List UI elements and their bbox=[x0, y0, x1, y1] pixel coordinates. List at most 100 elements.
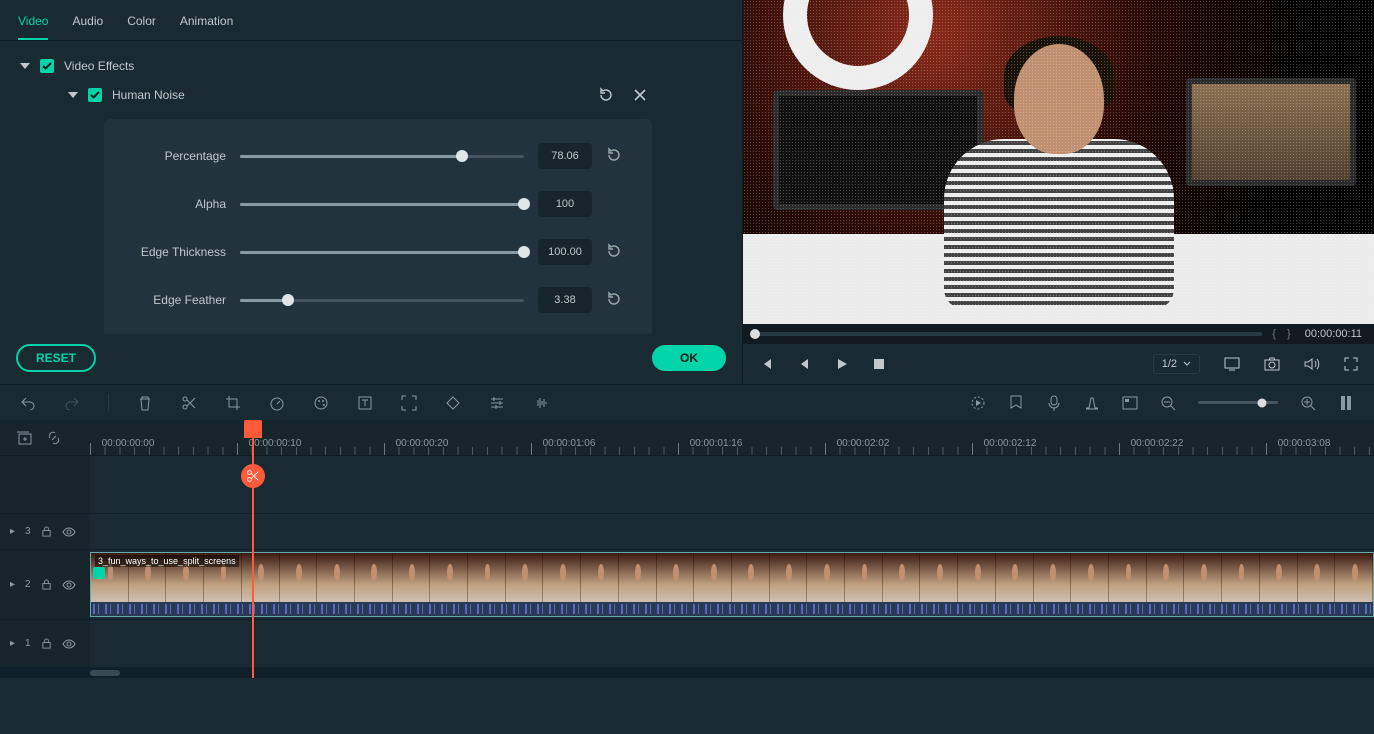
delete-icon[interactable] bbox=[137, 395, 153, 411]
timeline-toolbar bbox=[0, 384, 1374, 420]
link-icon[interactable] bbox=[46, 430, 62, 446]
property-tabs: Video Audio Color Animation bbox=[0, 0, 742, 41]
keyframe-icon[interactable] bbox=[445, 395, 461, 411]
stop-icon[interactable] bbox=[873, 357, 885, 371]
edge-feather-reset-icon[interactable] bbox=[606, 291, 624, 309]
volume-icon[interactable] bbox=[1304, 357, 1320, 371]
play-icon[interactable] bbox=[835, 357, 849, 371]
display-icon[interactable] bbox=[1224, 357, 1240, 371]
marker-icon[interactable] bbox=[1008, 395, 1024, 411]
preview-zoom-select[interactable]: 1/2 bbox=[1153, 354, 1200, 374]
collapse-icon bbox=[20, 63, 30, 69]
fullscreen-icon[interactable] bbox=[1344, 357, 1358, 371]
track-spacer-body[interactable] bbox=[90, 456, 1374, 513]
track-3-body[interactable] bbox=[90, 514, 1374, 549]
split-icon[interactable] bbox=[181, 395, 197, 411]
edge-thickness-slider[interactable] bbox=[240, 251, 524, 254]
mixer-icon[interactable] bbox=[1084, 395, 1100, 411]
timeline-ruler[interactable]: 00:00:00:0000:00:00:1000:00:00:2000:00:0… bbox=[90, 420, 1374, 455]
snapshot-icon[interactable] bbox=[1264, 357, 1280, 371]
timeline-hscroll[interactable] bbox=[0, 668, 1374, 678]
color-icon[interactable] bbox=[313, 395, 329, 411]
track-type-icon: ▸ bbox=[10, 579, 15, 590]
tab-animation[interactable]: Animation bbox=[180, 14, 233, 40]
track-2-head: ▸ 2 bbox=[0, 550, 90, 619]
clip-name: 3_fun_ways_to_use_split_screens bbox=[95, 555, 239, 567]
track-type-icon: ▸ bbox=[10, 526, 15, 537]
track-spacer-head bbox=[0, 456, 90, 513]
thumbnail-icon[interactable] bbox=[1122, 395, 1138, 411]
human-noise-header[interactable]: Human Noise bbox=[68, 87, 722, 103]
zoom-out-icon[interactable] bbox=[1160, 395, 1176, 411]
ok-button[interactable]: OK bbox=[652, 345, 726, 371]
voiceover-icon[interactable] bbox=[1046, 395, 1062, 411]
ruler-mark: 00:00:02:12 bbox=[984, 438, 1037, 449]
text-icon[interactable] bbox=[357, 395, 373, 411]
zoom-in-icon[interactable] bbox=[1300, 395, 1316, 411]
tracking-icon[interactable] bbox=[401, 395, 417, 411]
edge-feather-slider[interactable] bbox=[240, 299, 524, 302]
playhead-flag[interactable] bbox=[244, 420, 262, 438]
step-back-icon[interactable] bbox=[797, 357, 811, 371]
human-noise-sliders: Percentage 78.06 Alpha bbox=[104, 119, 652, 334]
preview-controls: 1/2 bbox=[743, 344, 1374, 384]
edge-thickness-value[interactable]: 100.00 bbox=[538, 239, 592, 265]
effect-badge-icon bbox=[93, 567, 105, 579]
percentage-slider[interactable] bbox=[240, 155, 524, 158]
alpha-value[interactable]: 100 bbox=[538, 191, 592, 217]
preview-scrubber[interactable]: { } 00:00:00:11 bbox=[743, 324, 1374, 344]
video-effects-header[interactable]: Video Effects bbox=[20, 59, 722, 73]
track-2-body[interactable]: 3_fun_ways_to_use_split_screens bbox=[90, 550, 1374, 619]
edge-feather-label: Edge Feather bbox=[132, 293, 226, 307]
preview-viewport[interactable] bbox=[743, 0, 1374, 324]
percentage-value[interactable]: 78.06 bbox=[538, 143, 592, 169]
visibility-icon[interactable] bbox=[62, 527, 76, 537]
audio-icon[interactable] bbox=[533, 395, 549, 411]
remove-effect-icon[interactable] bbox=[632, 87, 648, 103]
timeline-zoom-slider[interactable] bbox=[1198, 401, 1278, 404]
human-noise-label: Human Noise bbox=[112, 88, 185, 102]
track-type-icon: ▸ bbox=[10, 638, 15, 649]
adjust-icon[interactable] bbox=[489, 395, 505, 411]
visibility-icon[interactable] bbox=[62, 639, 76, 649]
ruler-mark: 00:00:02:22 bbox=[1131, 438, 1184, 449]
tab-audio[interactable]: Audio bbox=[72, 14, 103, 40]
percentage-label: Percentage bbox=[132, 149, 226, 163]
in-out-braces: { } bbox=[1272, 328, 1294, 340]
ruler-mark: 00:00:00:00 bbox=[102, 438, 155, 449]
ruler-mark: 00:00:01:16 bbox=[690, 438, 743, 449]
reset-button[interactable]: RESET bbox=[16, 344, 96, 372]
add-track-icon[interactable] bbox=[16, 430, 32, 446]
speed-icon[interactable] bbox=[269, 395, 285, 411]
reset-effect-icon[interactable] bbox=[598, 87, 614, 103]
prev-frame-icon[interactable] bbox=[759, 357, 773, 371]
edge-thickness-reset-icon[interactable] bbox=[606, 243, 624, 261]
edge-feather-value[interactable]: 3.38 bbox=[538, 287, 592, 313]
split-badge-icon[interactable] bbox=[241, 464, 265, 488]
ruler-mark: 00:00:03:08 bbox=[1278, 438, 1331, 449]
undo-icon[interactable] bbox=[20, 395, 36, 411]
alpha-slider[interactable] bbox=[240, 203, 524, 206]
tab-video[interactable]: Video bbox=[18, 14, 48, 40]
collapse-icon bbox=[68, 92, 78, 98]
tab-color[interactable]: Color bbox=[127, 14, 156, 40]
human-noise-checkbox[interactable] bbox=[88, 88, 102, 102]
video-effects-checkbox[interactable] bbox=[40, 59, 54, 73]
lock-icon[interactable] bbox=[41, 526, 52, 537]
track-1-body[interactable] bbox=[90, 620, 1374, 667]
render-icon[interactable] bbox=[970, 395, 986, 411]
ruler-mark: 00:00:02:02 bbox=[837, 438, 890, 449]
fit-icon[interactable] bbox=[1338, 395, 1354, 411]
timeline: 00:00:00:0000:00:00:1000:00:00:2000:00:0… bbox=[0, 420, 1374, 678]
redo-icon[interactable] bbox=[64, 395, 80, 411]
alpha-label: Alpha bbox=[132, 197, 226, 211]
percentage-reset-icon[interactable] bbox=[606, 147, 624, 165]
lock-icon[interactable] bbox=[41, 638, 52, 649]
timeline-ruler-row: 00:00:00:0000:00:00:1000:00:00:2000:00:0… bbox=[0, 420, 1374, 456]
track-3-head: ▸ 3 bbox=[0, 514, 90, 549]
lock-icon[interactable] bbox=[41, 579, 52, 590]
visibility-icon[interactable] bbox=[62, 580, 76, 590]
crop-icon[interactable] bbox=[225, 395, 241, 411]
video-clip[interactable]: 3_fun_ways_to_use_split_screens bbox=[90, 552, 1374, 617]
ruler-mark: 00:00:00:10 bbox=[249, 438, 302, 449]
